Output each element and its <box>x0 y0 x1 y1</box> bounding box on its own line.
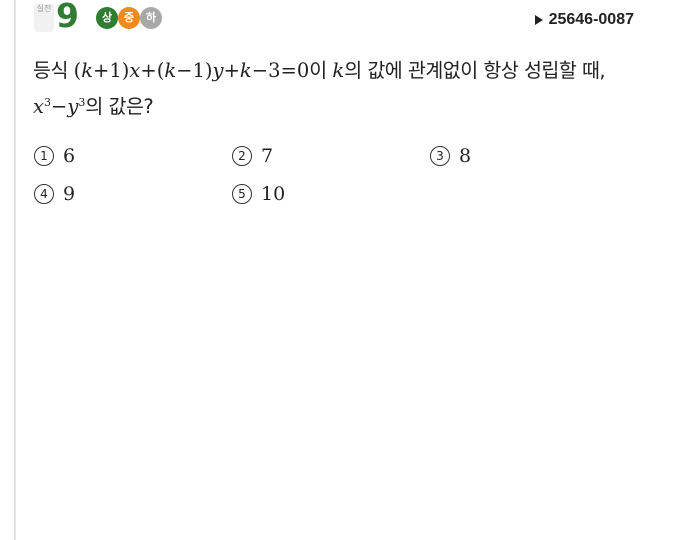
difficulty-mid-badge: 중 <box>118 7 140 29</box>
page-margin-rule <box>14 0 16 540</box>
eq-part: −1) <box>176 59 213 82</box>
choice-value: 8 <box>459 145 472 167</box>
var-x: x <box>33 95 44 118</box>
var-k: k <box>332 59 345 82</box>
target-expression: x3−y3 <box>33 95 85 118</box>
question-text: 등식 (k+1)x+(k−1)y+k−3=0이 k의 값에 관계없이 항상 성립… <box>33 53 643 125</box>
equation: (k+1)x+(k−1)y+k−3=0 <box>74 59 310 82</box>
problem-number-prefix: 실전 <box>34 4 54 32</box>
choice-5[interactable]: 5 10 <box>232 180 285 208</box>
exponent: 3 <box>44 96 51 109</box>
eq-part: +1) <box>93 59 130 82</box>
choice-value: 7 <box>261 145 274 167</box>
choice-number-icon: 5 <box>232 184 252 204</box>
choice-number-icon: 2 <box>232 146 252 166</box>
difficulty-low-badge: 하 <box>140 7 162 29</box>
answer-choices: 1 6 2 7 3 8 4 9 5 10 <box>34 142 554 222</box>
var-k: k <box>164 59 177 82</box>
var-k: k <box>81 59 94 82</box>
choice-1[interactable]: 1 6 <box>34 142 75 170</box>
var-y: y <box>212 59 224 82</box>
var-k: k <box>239 59 252 82</box>
var-k-inline: k <box>332 59 344 82</box>
difficulty-badges: 상 중 하 <box>96 7 162 29</box>
problem-header: 실전 9 상 중 하 25646-0087 <box>34 0 634 36</box>
choice-3[interactable]: 3 8 <box>430 142 471 170</box>
question-suffix: 의 값은? <box>85 95 154 118</box>
choice-2[interactable]: 2 7 <box>232 142 273 170</box>
choice-value: 10 <box>261 183 286 205</box>
question-prefix: 등식 <box>33 59 74 82</box>
eq-part: + <box>223 59 240 82</box>
eq-part: − <box>51 95 68 118</box>
difficulty-high-badge: 상 <box>96 7 118 29</box>
choice-number-icon: 3 <box>430 146 450 166</box>
problem-number: 9 <box>56 0 79 35</box>
var-y: y <box>67 95 79 118</box>
problem-code-text: 25646-0087 <box>548 11 634 28</box>
eq-part: +( <box>140 59 165 82</box>
choice-number-icon: 4 <box>34 184 54 204</box>
choice-value: 6 <box>63 145 76 167</box>
question-mid: 이 <box>309 59 333 82</box>
eq-part: −3=0 <box>251 59 310 82</box>
choice-number-icon: 1 <box>34 146 54 166</box>
problem-code: 25646-0087 <box>534 11 634 29</box>
var-x: x <box>129 59 141 82</box>
choice-4[interactable]: 4 9 <box>34 180 75 208</box>
choice-value: 9 <box>63 183 76 205</box>
play-arrow-icon <box>534 15 543 25</box>
question-body: 의 값에 관계없이 항상 성립할 때, <box>344 59 606 82</box>
